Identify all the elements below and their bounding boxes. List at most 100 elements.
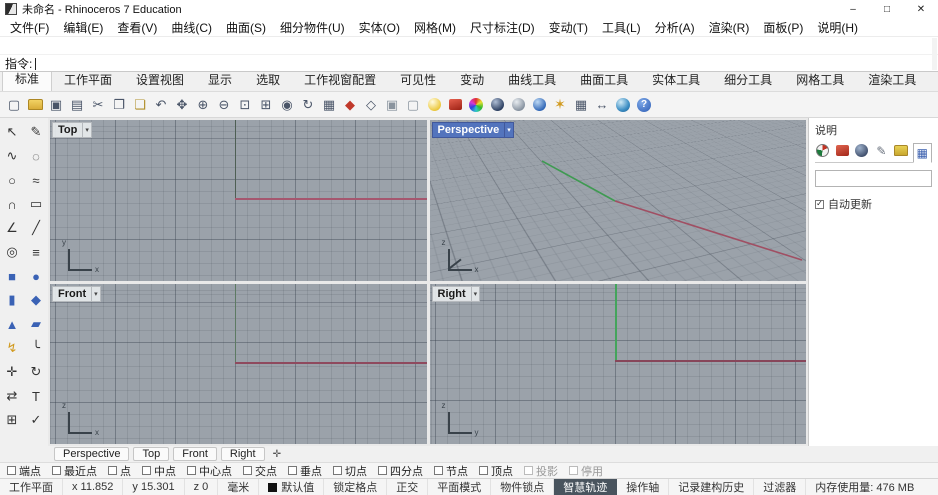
menu-mesh[interactable]: 网格(M)	[407, 19, 463, 36]
cylinder-icon[interactable]: ▮	[0, 288, 24, 312]
viewport-title-right[interactable]: Right ▾	[431, 285, 481, 302]
osnap-near[interactable]: 最近点	[52, 463, 97, 479]
curve-icon[interactable]: ∿	[0, 144, 24, 168]
box-icon[interactable]: ■	[0, 264, 24, 288]
tab-set-view[interactable]: 设置视图	[124, 69, 196, 91]
show-object-icon[interactable]: ◇	[361, 95, 381, 115]
ortho-toggle[interactable]: 正交	[387, 479, 429, 495]
arc-icon[interactable]: ∩	[0, 192, 24, 216]
rhino-options-icon[interactable]	[815, 142, 831, 159]
tool-pen-icon[interactable]: ✎	[874, 142, 890, 159]
viewport-title-front[interactable]: Front ▾	[52, 285, 101, 302]
circle-icon[interactable]: ○	[0, 168, 24, 192]
unlock-object-icon[interactable]: ▢	[403, 95, 423, 115]
viewport-right[interactable]: Right ▾ z y	[429, 283, 806, 444]
annotation-icon[interactable]: ✎	[24, 120, 48, 144]
tab-transform[interactable]: 变动	[448, 69, 496, 91]
zoom-out-icon[interactable]: ⊖	[214, 95, 234, 115]
osnap-mid[interactable]: 中点	[142, 463, 176, 479]
sketch-icon[interactable]: ≈	[24, 168, 48, 192]
tab-display[interactable]: 显示	[196, 69, 244, 91]
gumball-toggle[interactable]: 操作轴	[617, 479, 670, 495]
help-search-input[interactable]	[815, 170, 932, 187]
rendered-mode-icon[interactable]	[529, 95, 549, 115]
tab-subd-tools[interactable]: 细分工具	[712, 69, 784, 91]
viewport-tab-perspective[interactable]: Perspective	[54, 447, 130, 461]
osnap-knot[interactable]: 节点	[434, 463, 468, 479]
history-toggle[interactable]: 记录建构历史	[669, 479, 755, 495]
line-icon[interactable]: ╱	[24, 216, 48, 240]
layer-box-icon[interactable]	[445, 95, 465, 115]
zoom-dynamic-icon[interactable]: ⊕	[193, 95, 213, 115]
osnap-tangent[interactable]: 切点	[333, 463, 367, 479]
viewport-top[interactable]: Top ▾ y x	[50, 120, 427, 281]
osnap-point[interactable]: 点	[108, 463, 131, 479]
osnap-intersection[interactable]: 交点	[243, 463, 277, 479]
lightbulb-icon[interactable]	[424, 95, 444, 115]
menu-surface[interactable]: 曲面(S)	[219, 19, 273, 36]
help-icon[interactable]: ?	[634, 95, 654, 115]
solid-icon[interactable]: ◆	[24, 288, 48, 312]
viewport-layout-icon[interactable]: ▦	[319, 95, 339, 115]
copy-icon[interactable]: ❐	[109, 95, 129, 115]
layer-chip[interactable]: 默认值	[259, 479, 325, 495]
menu-transform[interactable]: 变动(T)	[542, 19, 595, 36]
zoom-selected-icon[interactable]: ◉	[277, 95, 297, 115]
display-icon[interactable]	[854, 142, 870, 159]
osnap-toggle[interactable]: 物件锁点	[491, 479, 555, 495]
menu-analyze[interactable]: 分析(A)	[648, 19, 702, 36]
ghosted-mode-icon[interactable]	[508, 95, 528, 115]
ellipse-icon[interactable]: ◎	[0, 240, 24, 264]
dimension-icon[interactable]: ↔	[592, 95, 612, 115]
tab-select[interactable]: 选取	[244, 69, 292, 91]
rotate-view-icon[interactable]: ↻	[298, 95, 318, 115]
new-viewport-icon[interactable]: ✛	[269, 449, 285, 460]
chevron-down-icon[interactable]: ▾	[505, 122, 514, 138]
osnap-quadrant[interactable]: 四分点	[378, 463, 423, 479]
tab-curve-tools[interactable]: 曲线工具	[496, 69, 568, 91]
color-wheel-icon[interactable]	[466, 95, 486, 115]
auto-update-row[interactable]: ✓ 自动更新	[815, 196, 932, 212]
earth-icon[interactable]	[613, 95, 633, 115]
zoom-window-icon[interactable]: ⊡	[235, 95, 255, 115]
maximize-button[interactable]: □	[870, 0, 904, 18]
tab-viewport-layout[interactable]: 工作视窗配置	[292, 69, 388, 91]
mirror-icon[interactable]: ⇄	[0, 384, 24, 408]
tab-cplanes[interactable]: 工作平面	[52, 69, 124, 91]
lock-object-icon[interactable]: ▣	[382, 95, 402, 115]
auto-update-checkbox[interactable]: ✓	[815, 199, 824, 209]
move-icon[interactable]: ✛	[0, 360, 24, 384]
tab-surface-tools[interactable]: 曲面工具	[568, 69, 640, 91]
command-scrollbar[interactable]	[932, 38, 937, 70]
units-button[interactable]: 毫米	[218, 479, 260, 495]
osnap-end[interactable]: 端点	[7, 463, 41, 479]
rotate-icon[interactable]: ↻	[24, 360, 48, 384]
planar-toggle[interactable]: 平面模式	[428, 479, 492, 495]
menu-dimension[interactable]: 尺寸标注(D)	[463, 19, 542, 36]
menu-tools[interactable]: 工具(L)	[595, 19, 648, 36]
array-icon[interactable]: ⊞	[0, 408, 24, 432]
menu-help[interactable]: 说明(H)	[810, 19, 865, 36]
smarttrack-toggle[interactable]: 智慧轨迹	[554, 479, 618, 495]
cut-icon[interactable]: ✂	[88, 95, 108, 115]
chevron-down-icon[interactable]: ▾	[92, 285, 101, 302]
cplane-button[interactable]: 工作平面	[0, 479, 63, 495]
osnap-perpendicular[interactable]: 垂点	[288, 463, 322, 479]
tab-visibility[interactable]: 可见性	[388, 69, 448, 91]
menu-curve[interactable]: 曲线(C)	[164, 19, 219, 36]
offset-icon[interactable]: ≡	[24, 240, 48, 264]
command-area[interactable]: 指令:	[0, 36, 938, 72]
osnap-project[interactable]: 投影	[524, 463, 558, 479]
extrude-icon[interactable]: ▲	[0, 312, 24, 336]
menu-subd[interactable]: 细分物件(U)	[273, 19, 352, 36]
undo-icon[interactable]: ↶	[151, 95, 171, 115]
viewport-tab-front[interactable]: Front	[173, 447, 217, 461]
viewport-tab-top[interactable]: Top	[133, 447, 170, 461]
polyline-icon[interactable]: ∠	[0, 216, 24, 240]
tab-drafting[interactable]: 出图	[928, 69, 938, 91]
viewport-title-perspective[interactable]: Perspective ▾	[431, 122, 514, 138]
command-input[interactable]: 指令:	[0, 55, 938, 72]
paste-icon[interactable]: ❏	[130, 95, 150, 115]
zoom-extents-icon[interactable]: ⊞	[256, 95, 276, 115]
shaded-mode-icon[interactable]	[487, 95, 507, 115]
